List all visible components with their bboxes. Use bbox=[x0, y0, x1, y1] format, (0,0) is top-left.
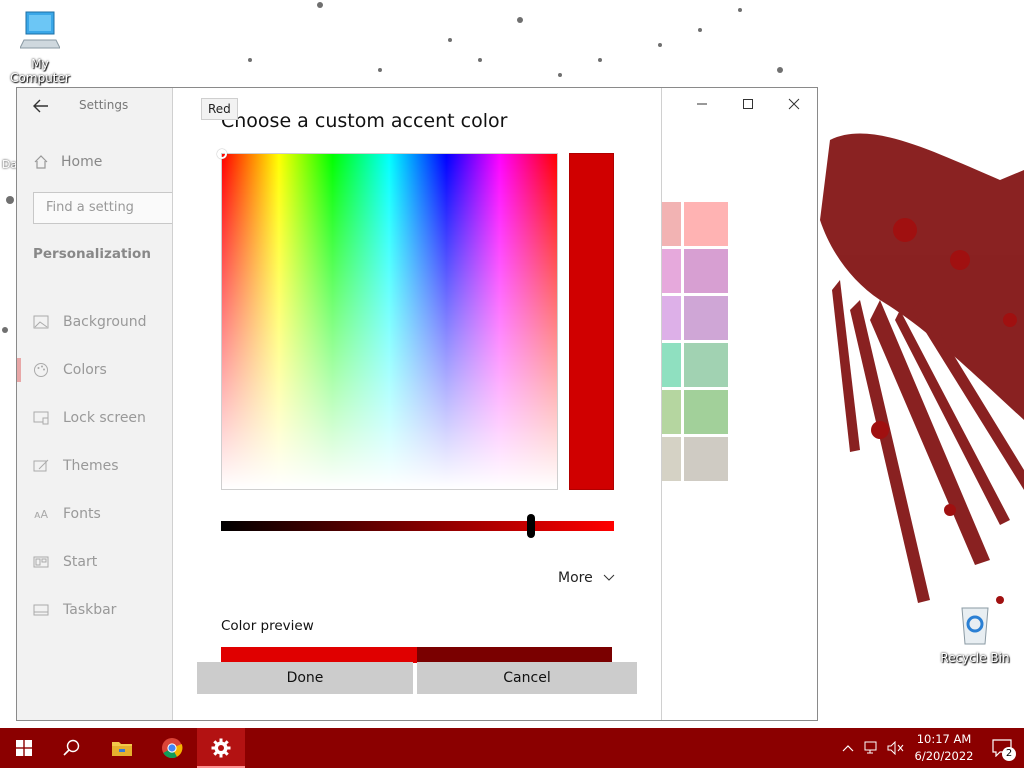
preview-swatch-light bbox=[221, 647, 417, 663]
system-tray: 10:17 AM 6/20/2022 2 bbox=[836, 728, 1024, 768]
close-button[interactable] bbox=[771, 88, 817, 120]
sidebar-item-label: Background bbox=[63, 314, 147, 330]
accent-swatch[interactable] bbox=[661, 249, 681, 293]
maximize-icon bbox=[743, 99, 753, 109]
home-icon bbox=[33, 154, 49, 170]
palette-icon bbox=[33, 362, 49, 378]
nav-home[interactable]: Home bbox=[33, 150, 102, 174]
taskbar-icon bbox=[33, 602, 49, 618]
start-icon bbox=[33, 554, 49, 570]
accent-swatch[interactable] bbox=[661, 343, 681, 387]
nav-home-label: Home bbox=[61, 154, 103, 170]
sidebar-item-taskbar[interactable]: Taskbar bbox=[17, 586, 174, 634]
sidebar-item-label: Taskbar bbox=[63, 602, 117, 618]
color-preview-label: Color preview bbox=[221, 618, 314, 634]
brightness-slider-thumb[interactable] bbox=[527, 514, 536, 538]
search-input[interactable]: Find a setting bbox=[33, 192, 193, 224]
accent-swatch[interactable] bbox=[684, 296, 728, 340]
spectrum-fade-layer bbox=[222, 154, 557, 489]
accent-swatch[interactable] bbox=[684, 202, 728, 246]
lock-screen-icon bbox=[33, 410, 49, 426]
chevron-down-icon bbox=[603, 574, 615, 581]
window-title: Settings bbox=[79, 98, 129, 112]
clock[interactable]: 10:17 AM 6/20/2022 bbox=[908, 731, 980, 765]
search-icon bbox=[63, 739, 80, 756]
sidebar-item-label: Start bbox=[63, 554, 98, 570]
recycle-bin-icon bbox=[935, 602, 1015, 649]
custom-accent-color-dialog: Choose a custom accent color Red More Co… bbox=[172, 88, 662, 720]
desktop-icon-my-computer[interactable]: My Computer bbox=[0, 10, 80, 85]
sidebar-item-label: Themes bbox=[63, 458, 119, 474]
spectrum-handle[interactable] bbox=[217, 149, 227, 159]
back-button[interactable] bbox=[31, 96, 51, 116]
sidebar-item-label: Colors bbox=[63, 362, 107, 378]
sidebar-item-start[interactable]: Start bbox=[17, 538, 174, 586]
sidebar-item-colors[interactable]: Colors bbox=[17, 346, 174, 394]
sidebar-item-background[interactable]: Background bbox=[17, 298, 174, 346]
preview-swatch-dark bbox=[417, 647, 612, 663]
desktop-icon-recycle-bin[interactable]: Recycle Bin bbox=[935, 602, 1015, 665]
desktop-icon-label: Recycle Bin bbox=[940, 651, 1010, 665]
window-controls bbox=[679, 88, 817, 120]
minimize-button[interactable] bbox=[679, 88, 725, 120]
accent-swatch[interactable] bbox=[661, 202, 681, 246]
sidebar-item-lock-screen[interactable]: Lock screen bbox=[17, 394, 174, 442]
network-icon bbox=[864, 741, 877, 754]
clock-time: 10:17 AM bbox=[916, 732, 972, 746]
done-button[interactable]: Done bbox=[197, 662, 413, 694]
accent-swatch[interactable] bbox=[661, 437, 681, 481]
desktop-icon-label: My Computer bbox=[10, 57, 70, 85]
sidebar-item-label: Lock screen bbox=[63, 410, 146, 426]
taskbar: 10:17 AM 6/20/2022 2 bbox=[0, 728, 1024, 768]
network-button[interactable] bbox=[860, 728, 884, 768]
minimize-icon bbox=[697, 103, 707, 105]
accent-swatch-grid bbox=[661, 202, 728, 481]
notification-count-badge: 2 bbox=[1002, 747, 1016, 761]
desktop-icon-label-partial: Da bbox=[2, 158, 18, 171]
windows-logo-icon bbox=[16, 740, 32, 756]
accent-swatch[interactable] bbox=[661, 390, 681, 434]
show-hidden-icons-button[interactable] bbox=[836, 728, 860, 768]
fonts-icon: ᴀA bbox=[33, 507, 49, 521]
accent-swatch[interactable] bbox=[684, 343, 728, 387]
more-label: More bbox=[558, 570, 593, 586]
section-heading: Personalization bbox=[33, 246, 151, 262]
close-icon bbox=[788, 98, 800, 110]
settings-gear-icon bbox=[211, 738, 231, 758]
chrome-icon bbox=[162, 738, 183, 759]
sidebar-item-label: Fonts bbox=[63, 506, 101, 522]
color-preview bbox=[221, 647, 612, 663]
image-icon bbox=[33, 314, 49, 330]
taskbar-chrome[interactable] bbox=[148, 728, 196, 768]
start-button[interactable] bbox=[0, 728, 48, 768]
more-button[interactable]: More bbox=[558, 570, 615, 586]
settings-sidebar: Settings Home Find a setting Personaliza… bbox=[17, 88, 193, 720]
sidebar-item-fonts[interactable]: ᴀA Fonts bbox=[17, 490, 174, 538]
selected-color-bar bbox=[569, 153, 614, 490]
volume-muted-icon bbox=[887, 741, 904, 755]
clock-date: 6/20/2022 bbox=[914, 749, 974, 763]
taskbar-search-button[interactable] bbox=[48, 728, 96, 768]
brightness-slider-track[interactable] bbox=[221, 521, 614, 531]
cancel-button[interactable]: Cancel bbox=[417, 662, 637, 694]
file-explorer-icon bbox=[112, 742, 132, 756]
accent-swatch[interactable] bbox=[684, 390, 728, 434]
accent-swatch[interactable] bbox=[661, 296, 681, 340]
sidebar-item-themes[interactable]: Themes bbox=[17, 442, 174, 490]
themes-icon bbox=[33, 458, 49, 474]
volume-button[interactable] bbox=[884, 728, 908, 768]
action-center-button[interactable]: 2 bbox=[980, 728, 1024, 768]
chevron-up-icon bbox=[842, 745, 854, 752]
color-name-tooltip: Red bbox=[201, 98, 238, 120]
taskbar-file-explorer[interactable] bbox=[98, 728, 146, 768]
dialog-title: Choose a custom accent color bbox=[221, 110, 508, 132]
back-arrow-icon bbox=[33, 99, 48, 113]
accent-swatch[interactable] bbox=[684, 437, 728, 481]
computer-icon bbox=[0, 10, 80, 55]
taskbar-settings[interactable] bbox=[197, 728, 245, 768]
color-spectrum[interactable] bbox=[221, 153, 558, 490]
nav-list: Background Colors Lock screen Themes ᴀA … bbox=[17, 298, 174, 634]
accent-swatch[interactable] bbox=[684, 249, 728, 293]
maximize-button[interactable] bbox=[725, 88, 771, 120]
